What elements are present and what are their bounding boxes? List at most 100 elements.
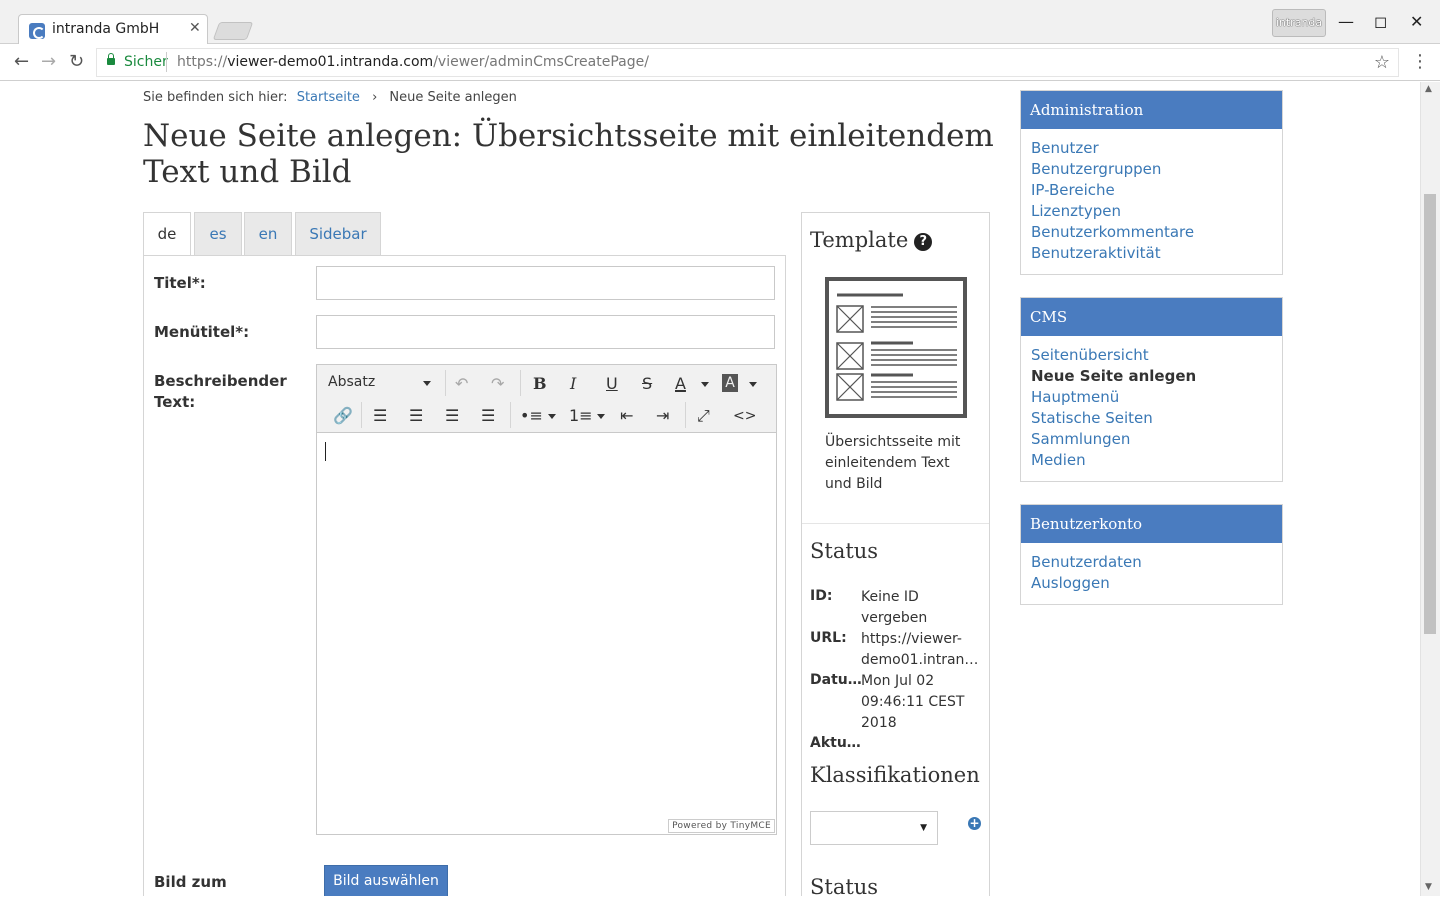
tab-de[interactable]: de (143, 212, 191, 256)
tab-en[interactable]: en (244, 212, 292, 255)
align-right-icon[interactable]: ☰ (445, 407, 459, 425)
sidebar-item-medien[interactable]: Medien (1031, 450, 1272, 471)
admin-panel-title: Administration (1021, 91, 1282, 129)
help-icon[interactable]: ? (914, 233, 933, 251)
sidebar-item-ip-bereiche[interactable]: IP-Bereiche (1031, 180, 1272, 201)
link-icon[interactable]: 🔗 (333, 407, 353, 425)
page-editor-form: Titel*: Menütitel*: Beschreibender Text:… (143, 255, 786, 896)
maximize-icon[interactable]: ◻ (1374, 12, 1387, 31)
undo-icon[interactable]: ↶ (455, 375, 468, 393)
tinymce-branding[interactable]: Powered by TinyMCE (668, 819, 775, 833)
url-path: /viewer/adminCmsCreatePage/ (433, 54, 649, 70)
browser-tabstrip: intranda GmbH ✕ intranda — ◻ ✕ (0, 0, 1440, 45)
bookmark-star-icon[interactable]: ☆ (1374, 52, 1390, 73)
format-dropdown-icon (423, 381, 431, 386)
dropdown-arrow-icon: ▼ (920, 823, 927, 833)
sidebar-item-seitenuebersicht[interactable]: Seitenübersicht (1031, 345, 1272, 366)
sidebar-item-benutzerkommentare[interactable]: Benutzerkommentare (1031, 222, 1272, 243)
sidebar-item-benutzergruppen[interactable]: Benutzergruppen (1031, 159, 1272, 180)
outdent-icon[interactable]: ⇤ (620, 407, 633, 425)
sidebar-item-sammlungen[interactable]: Sammlungen (1031, 429, 1272, 450)
toolbar-separator (510, 402, 511, 428)
menu-title-input[interactable] (316, 315, 775, 349)
minimize-icon[interactable]: — (1338, 12, 1354, 31)
add-classification-icon[interactable]: + (968, 817, 981, 830)
scroll-up-icon[interactable]: ▲ (1425, 84, 1432, 94)
text-color-dropdown-icon[interactable] (701, 382, 709, 387)
title-input[interactable] (316, 266, 775, 300)
rich-text-editor: Absatz ↶ ↷ B I U S A A 🔗 ☰ ☰ ☰ ☰ •≡ 1≡ ⇤… (316, 364, 777, 835)
url-text[interactable]: https://viewer-demo01.intranda.com/viewe… (177, 54, 649, 70)
strikethrough-icon[interactable]: S (642, 375, 652, 393)
toolbar-separator (361, 402, 362, 428)
tab-title: intranda GmbH (52, 21, 160, 37)
lock-icon (107, 53, 115, 65)
url-scheme: https:// (177, 54, 228, 70)
address-divider (166, 52, 167, 72)
tab-close-icon[interactable]: ✕ (189, 20, 201, 36)
toolbar-separator (445, 370, 446, 396)
scroll-down-icon[interactable]: ▼ (1425, 882, 1432, 892)
italic-icon[interactable]: I (570, 375, 576, 393)
address-bar[interactable]: Sicher https://viewer-demo01.intranda.co… (96, 48, 1399, 77)
redo-icon[interactable]: ↷ (491, 375, 504, 393)
page-scrollbar[interactable]: ▲ ▼ (1420, 82, 1440, 896)
sidebar-item-ausloggen[interactable]: Ausloggen (1031, 573, 1272, 594)
sidebar-item-neue-seite-anlegen[interactable]: Neue Seite anlegen (1031, 366, 1272, 387)
background-color-dropdown-icon[interactable] (749, 382, 757, 387)
source-code-icon[interactable]: <> (733, 407, 756, 425)
profile-button[interactable]: intranda (1272, 9, 1326, 37)
sidebar-item-statische-seiten[interactable]: Statische Seiten (1031, 408, 1272, 429)
breadcrumb-separator: › (372, 90, 378, 105)
account-link-list: Benutzerdaten Ausloggen (1021, 543, 1282, 604)
reload-icon[interactable]: ↻ (69, 51, 84, 72)
numbered-list-icon[interactable]: 1≡ (569, 407, 593, 425)
bullet-list-icon[interactable]: •≡ (520, 407, 543, 425)
status-date-value: Mon Jul 02 09:46:11 CEST 2018 (861, 673, 965, 731)
breadcrumb: Sie befinden sich hier: Startseite › Neu… (143, 90, 517, 105)
text-cursor (325, 442, 326, 461)
window-close-icon[interactable]: ✕ (1410, 12, 1423, 31)
sidebar-item-lizenztypen[interactable]: Lizenztypen (1031, 201, 1272, 222)
sidebar-item-hauptmenue[interactable]: Hauptmenü (1031, 387, 1272, 408)
fullscreen-icon[interactable]: ⤢ (697, 407, 710, 425)
select-image-button[interactable]: Bild auswählen (324, 865, 448, 896)
admin-link-list: Benutzer Benutzergruppen IP-Bereiche Liz… (1021, 129, 1282, 274)
new-tab-button[interactable] (212, 22, 254, 40)
indent-icon[interactable]: ⇥ (656, 407, 669, 425)
sidebar-item-benutzer[interactable]: Benutzer (1031, 138, 1272, 159)
underline-icon[interactable]: U (606, 375, 618, 393)
background-color-icon[interactable]: A (722, 374, 738, 392)
title-label: Titel*: (154, 274, 206, 292)
classification-select[interactable]: ▼ (810, 811, 938, 845)
back-arrow-icon[interactable]: ← (14, 51, 29, 72)
browser-menu-icon[interactable]: ⋮ (1411, 51, 1429, 72)
sidebar-item-benutzeraktivitaet[interactable]: Benutzeraktivität (1031, 243, 1272, 264)
bullet-list-dropdown-icon[interactable] (548, 414, 556, 419)
editor-toolbar: Absatz ↶ ↷ B I U S A A 🔗 ☰ ☰ ☰ ☰ •≡ 1≡ ⇤… (317, 365, 776, 433)
toolbar-separator (685, 402, 686, 428)
format-select[interactable]: Absatz (328, 374, 375, 390)
secure-label: Sicher (124, 54, 168, 70)
editor-content-area[interactable] (317, 434, 776, 834)
numbered-list-dropdown-icon[interactable] (597, 414, 605, 419)
breadcrumb-home-link[interactable]: Startseite (297, 90, 360, 105)
sidebar-item-benutzerdaten[interactable]: Benutzerdaten (1031, 552, 1272, 573)
site-favicon-icon (29, 23, 45, 39)
account-panel: Benutzerkonto Benutzerdaten Ausloggen (1020, 504, 1283, 605)
browser-tab[interactable]: intranda GmbH ✕ (18, 14, 208, 45)
cms-panel: CMS Seitenübersicht Neue Seite anlegen H… (1020, 297, 1283, 482)
divider (802, 523, 989, 524)
tab-sidebar[interactable]: Sidebar (295, 212, 381, 255)
breadcrumb-current: Neue Seite anlegen (389, 90, 517, 105)
bold-icon[interactable]: B (533, 375, 547, 393)
align-left-icon[interactable]: ☰ (373, 407, 387, 425)
scrollbar-thumb[interactable] (1424, 194, 1436, 634)
align-center-icon[interactable]: ☰ (409, 407, 423, 425)
status-url-value-line1: https://viewer- (861, 631, 962, 647)
align-justify-icon[interactable]: ☰ (481, 407, 495, 425)
description-label-line1: Beschreibender (154, 372, 287, 390)
tab-es[interactable]: es (194, 212, 242, 255)
text-color-icon[interactable]: A (675, 375, 686, 393)
forward-arrow-icon[interactable]: → (41, 51, 56, 72)
